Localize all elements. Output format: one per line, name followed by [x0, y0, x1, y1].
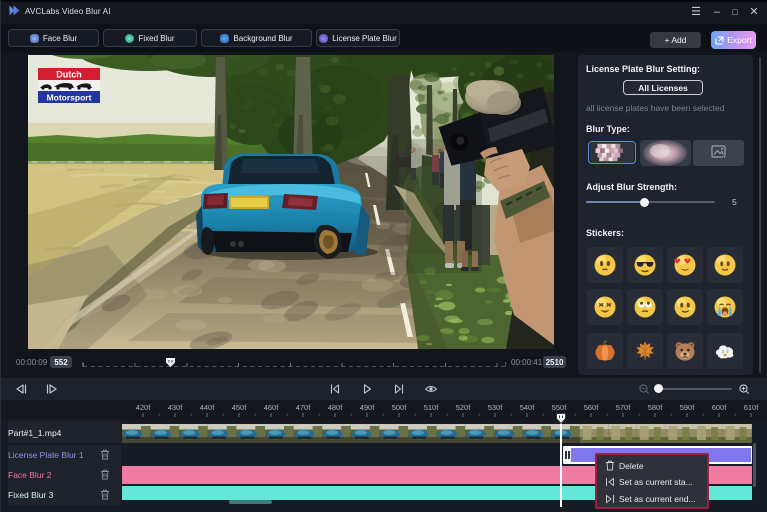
svg-text:Dutch: Dutch — [56, 70, 82, 80]
svg-text:Motorsport: Motorsport — [47, 93, 92, 103]
